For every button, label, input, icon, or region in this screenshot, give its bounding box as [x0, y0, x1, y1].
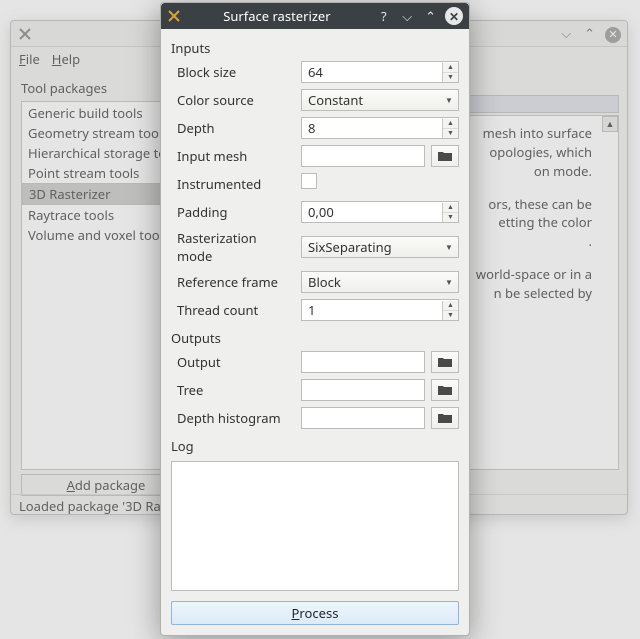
rasterization-mode-label: Rasterization mode — [177, 229, 293, 265]
outputs-group-label: Outputs — [171, 329, 459, 347]
reference-frame-select[interactable]: Block▼ — [301, 271, 459, 293]
instrumented-checkbox[interactable] — [301, 173, 317, 189]
browse-button[interactable] — [431, 379, 459, 401]
dialog-titlebar: Surface rasterizer ? ⌵ ⌃ ✕ — [161, 3, 469, 29]
depth-histogram-label: Depth histogram — [177, 409, 293, 427]
scroll-up-icon[interactable]: ▲ — [602, 116, 618, 132]
chevron-up-icon[interactable]: ⌃ — [422, 7, 440, 25]
step-up-icon[interactable]: ▲ — [443, 301, 458, 311]
chevron-down-icon: ▼ — [440, 95, 458, 106]
inputs-group-label: Inputs — [171, 39, 459, 57]
tree-field[interactable] — [301, 379, 425, 401]
dialog-surface-rasterizer: Surface rasterizer ? ⌵ ⌃ ✕ Inputs Block … — [160, 2, 470, 636]
chevron-down-icon: ▼ — [440, 277, 458, 288]
step-up-icon[interactable]: ▲ — [443, 119, 458, 129]
color-source-select[interactable]: Constant▼ — [301, 89, 459, 111]
step-down-icon[interactable]: ▼ — [443, 213, 458, 222]
step-down-icon[interactable]: ▼ — [443, 129, 458, 138]
chevron-down-icon[interactable]: ⌵ — [558, 25, 574, 41]
step-down-icon[interactable]: ▼ — [443, 73, 458, 82]
help-icon[interactable]: ? — [375, 7, 393, 25]
depth-input[interactable]: 8▲▼ — [301, 117, 459, 139]
thread-count-label: Thread count — [177, 301, 293, 319]
color-source-label: Color source — [177, 91, 293, 109]
step-down-icon[interactable]: ▼ — [443, 311, 458, 320]
app-icon — [167, 9, 181, 23]
menu-file[interactable]: FFileile — [19, 50, 40, 68]
output-field[interactable] — [301, 351, 425, 373]
input-mesh-field[interactable] — [301, 145, 425, 167]
depth-label: Depth — [177, 119, 293, 137]
log-group-label: Log — [171, 437, 459, 455]
padding-input[interactable]: 0,00▲▼ — [301, 201, 459, 223]
depth-histogram-field[interactable] — [301, 407, 425, 429]
tree-label: Tree — [177, 381, 293, 399]
close-icon[interactable]: ✕ — [445, 7, 463, 25]
process-button[interactable]: Process Process — [171, 601, 459, 625]
rasterization-mode-select[interactable]: SixSeparating▼ — [301, 236, 459, 258]
thread-count-input[interactable]: 1▲▼ — [301, 299, 459, 321]
dialog-title: Surface rasterizer — [181, 7, 373, 25]
output-label: Output — [177, 353, 293, 371]
step-up-icon[interactable]: ▲ — [443, 203, 458, 213]
close-icon[interactable]: ✕ — [605, 27, 621, 43]
browse-button[interactable] — [431, 407, 459, 429]
browse-button[interactable] — [431, 145, 459, 167]
browse-button[interactable] — [431, 351, 459, 373]
block-size-label: Block size — [177, 63, 293, 81]
app-icon — [17, 26, 33, 42]
block-size-input[interactable]: 64▲▼ — [301, 61, 459, 83]
chevron-up-icon[interactable]: ⌃ — [582, 25, 598, 41]
log-textarea[interactable] — [171, 461, 459, 591]
chevron-down-icon[interactable]: ⌵ — [398, 7, 416, 25]
menu-help[interactable]: HHelpelp — [52, 50, 80, 68]
step-up-icon[interactable]: ▲ — [443, 63, 458, 73]
padding-label: Padding — [177, 203, 293, 221]
input-mesh-label: Input mesh — [177, 147, 293, 165]
instrumented-label: Instrumented — [177, 175, 293, 193]
chevron-down-icon: ▼ — [440, 242, 458, 253]
reference-frame-label: Reference frame — [177, 273, 293, 291]
